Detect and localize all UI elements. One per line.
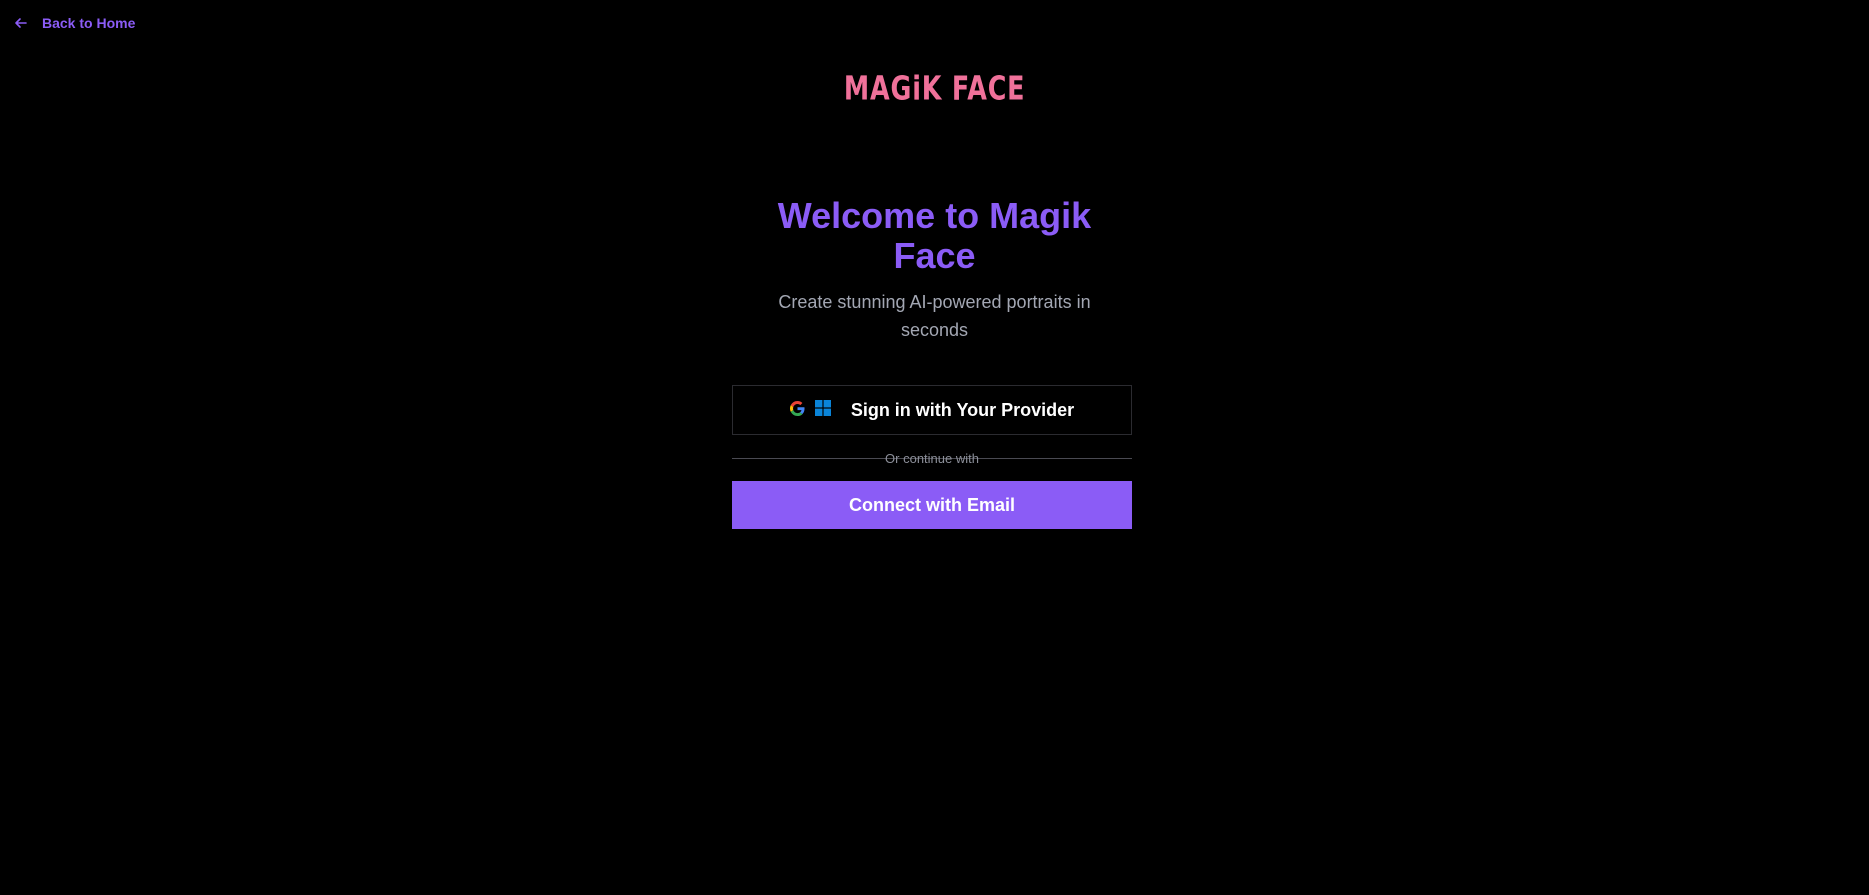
sign-in-provider-label: Sign in with Your Provider [850, 399, 1075, 420]
page-subtitle: Create stunning AI-powered portraits in … [778, 292, 1091, 340]
arrow-left-icon [14, 16, 28, 30]
google-icon [789, 400, 805, 421]
or-divider: Or continue with [732, 447, 1132, 469]
provider-icons [789, 399, 831, 421]
logo-text: MAGiK FACE [843, 70, 1026, 108]
login-page: Back to Home MAGiK FACE Welcome to Magik… [0, 0, 1869, 895]
logo: MAGiK FACE [0, 70, 1869, 108]
microsoft-icon [814, 399, 831, 421]
back-to-home-label: Back to Home [42, 15, 136, 31]
connect-email-label: Connect with Email [848, 494, 1016, 515]
welcome-section: Welcome to Magik Face Create stunning AI… [0, 196, 1869, 344]
sign-in-provider-button[interactable]: Sign in with Your Provider [732, 385, 1132, 435]
auth-panel: Sign in with Your Provider Or continue w… [732, 385, 1132, 529]
divider-label: Or continue with [885, 450, 979, 466]
connect-email-button[interactable]: Connect with Email [732, 481, 1132, 529]
page-title: Welcome to Magik Face [777, 195, 1092, 276]
back-to-home-link[interactable]: Back to Home [14, 15, 135, 31]
